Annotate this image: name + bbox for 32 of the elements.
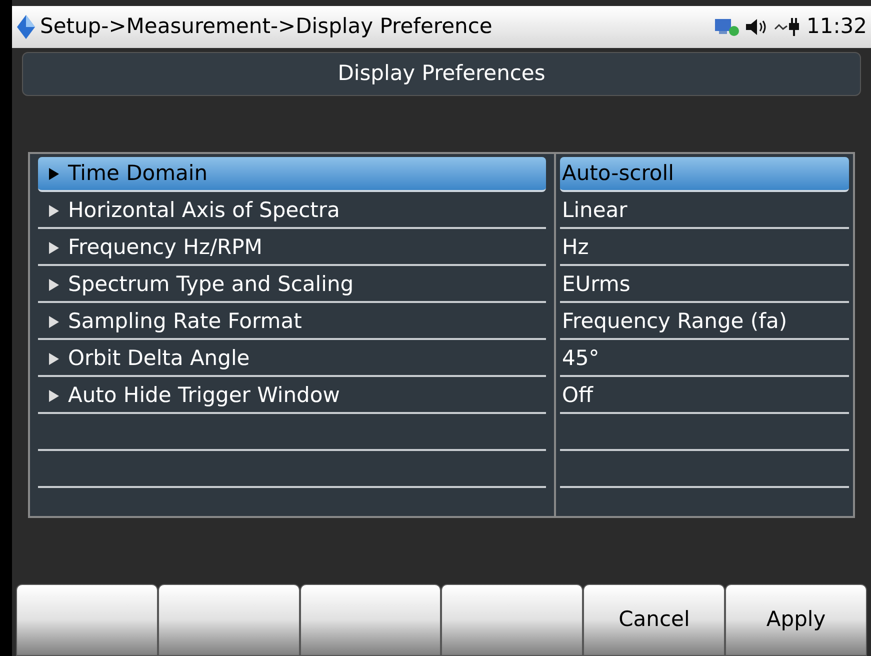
triangle-icon xyxy=(48,388,60,402)
setting-value[interactable]: Auto-scroll xyxy=(560,157,849,192)
triangle-icon xyxy=(48,204,60,218)
setting-value[interactable]: Linear xyxy=(560,194,849,229)
softkey-button[interactable] xyxy=(158,584,300,656)
setting-row[interactable]: Sampling Rate Format xyxy=(38,305,546,340)
breadcrumb: Setup->Measurement->Display Preference xyxy=(40,13,492,40)
triangle-icon xyxy=(48,278,60,292)
clock-time: 11:32 xyxy=(806,13,867,40)
setting-value[interactable]: EUrms xyxy=(560,268,849,303)
softkey-button[interactable] xyxy=(441,584,584,656)
triangle-icon xyxy=(48,314,60,328)
setting-row[interactable]: Auto Hide Trigger Window xyxy=(38,379,546,414)
setting-value[interactable]: Hz xyxy=(560,231,849,266)
network-icon xyxy=(714,17,740,37)
triangle-icon xyxy=(48,240,60,254)
softkey-button[interactable] xyxy=(300,584,442,656)
setting-value[interactable]: Off xyxy=(560,379,849,414)
softkey-button[interactable] xyxy=(16,584,158,656)
softkey-button[interactable]: Cancel xyxy=(583,584,726,656)
screen-title: Display Preferences xyxy=(338,60,546,88)
setting-value[interactable]: Frequency Range (fa) xyxy=(560,305,849,340)
setting-row[interactable]: Frequency Hz/RPM xyxy=(38,231,546,266)
softkey-button[interactable]: Apply xyxy=(725,584,867,656)
setting-value[interactable]: 45° xyxy=(560,342,849,377)
setting-row[interactable]: Spectrum Type and Scaling xyxy=(38,268,546,303)
setting-row[interactable]: Horizontal Axis of Spectra xyxy=(38,194,546,229)
triangle-icon xyxy=(48,166,60,180)
triangle-icon xyxy=(48,352,60,366)
diamond-icon xyxy=(16,14,36,40)
setting-row[interactable]: Time Domain xyxy=(38,157,546,192)
setting-row[interactable]: Orbit Delta Angle xyxy=(38,342,546,377)
